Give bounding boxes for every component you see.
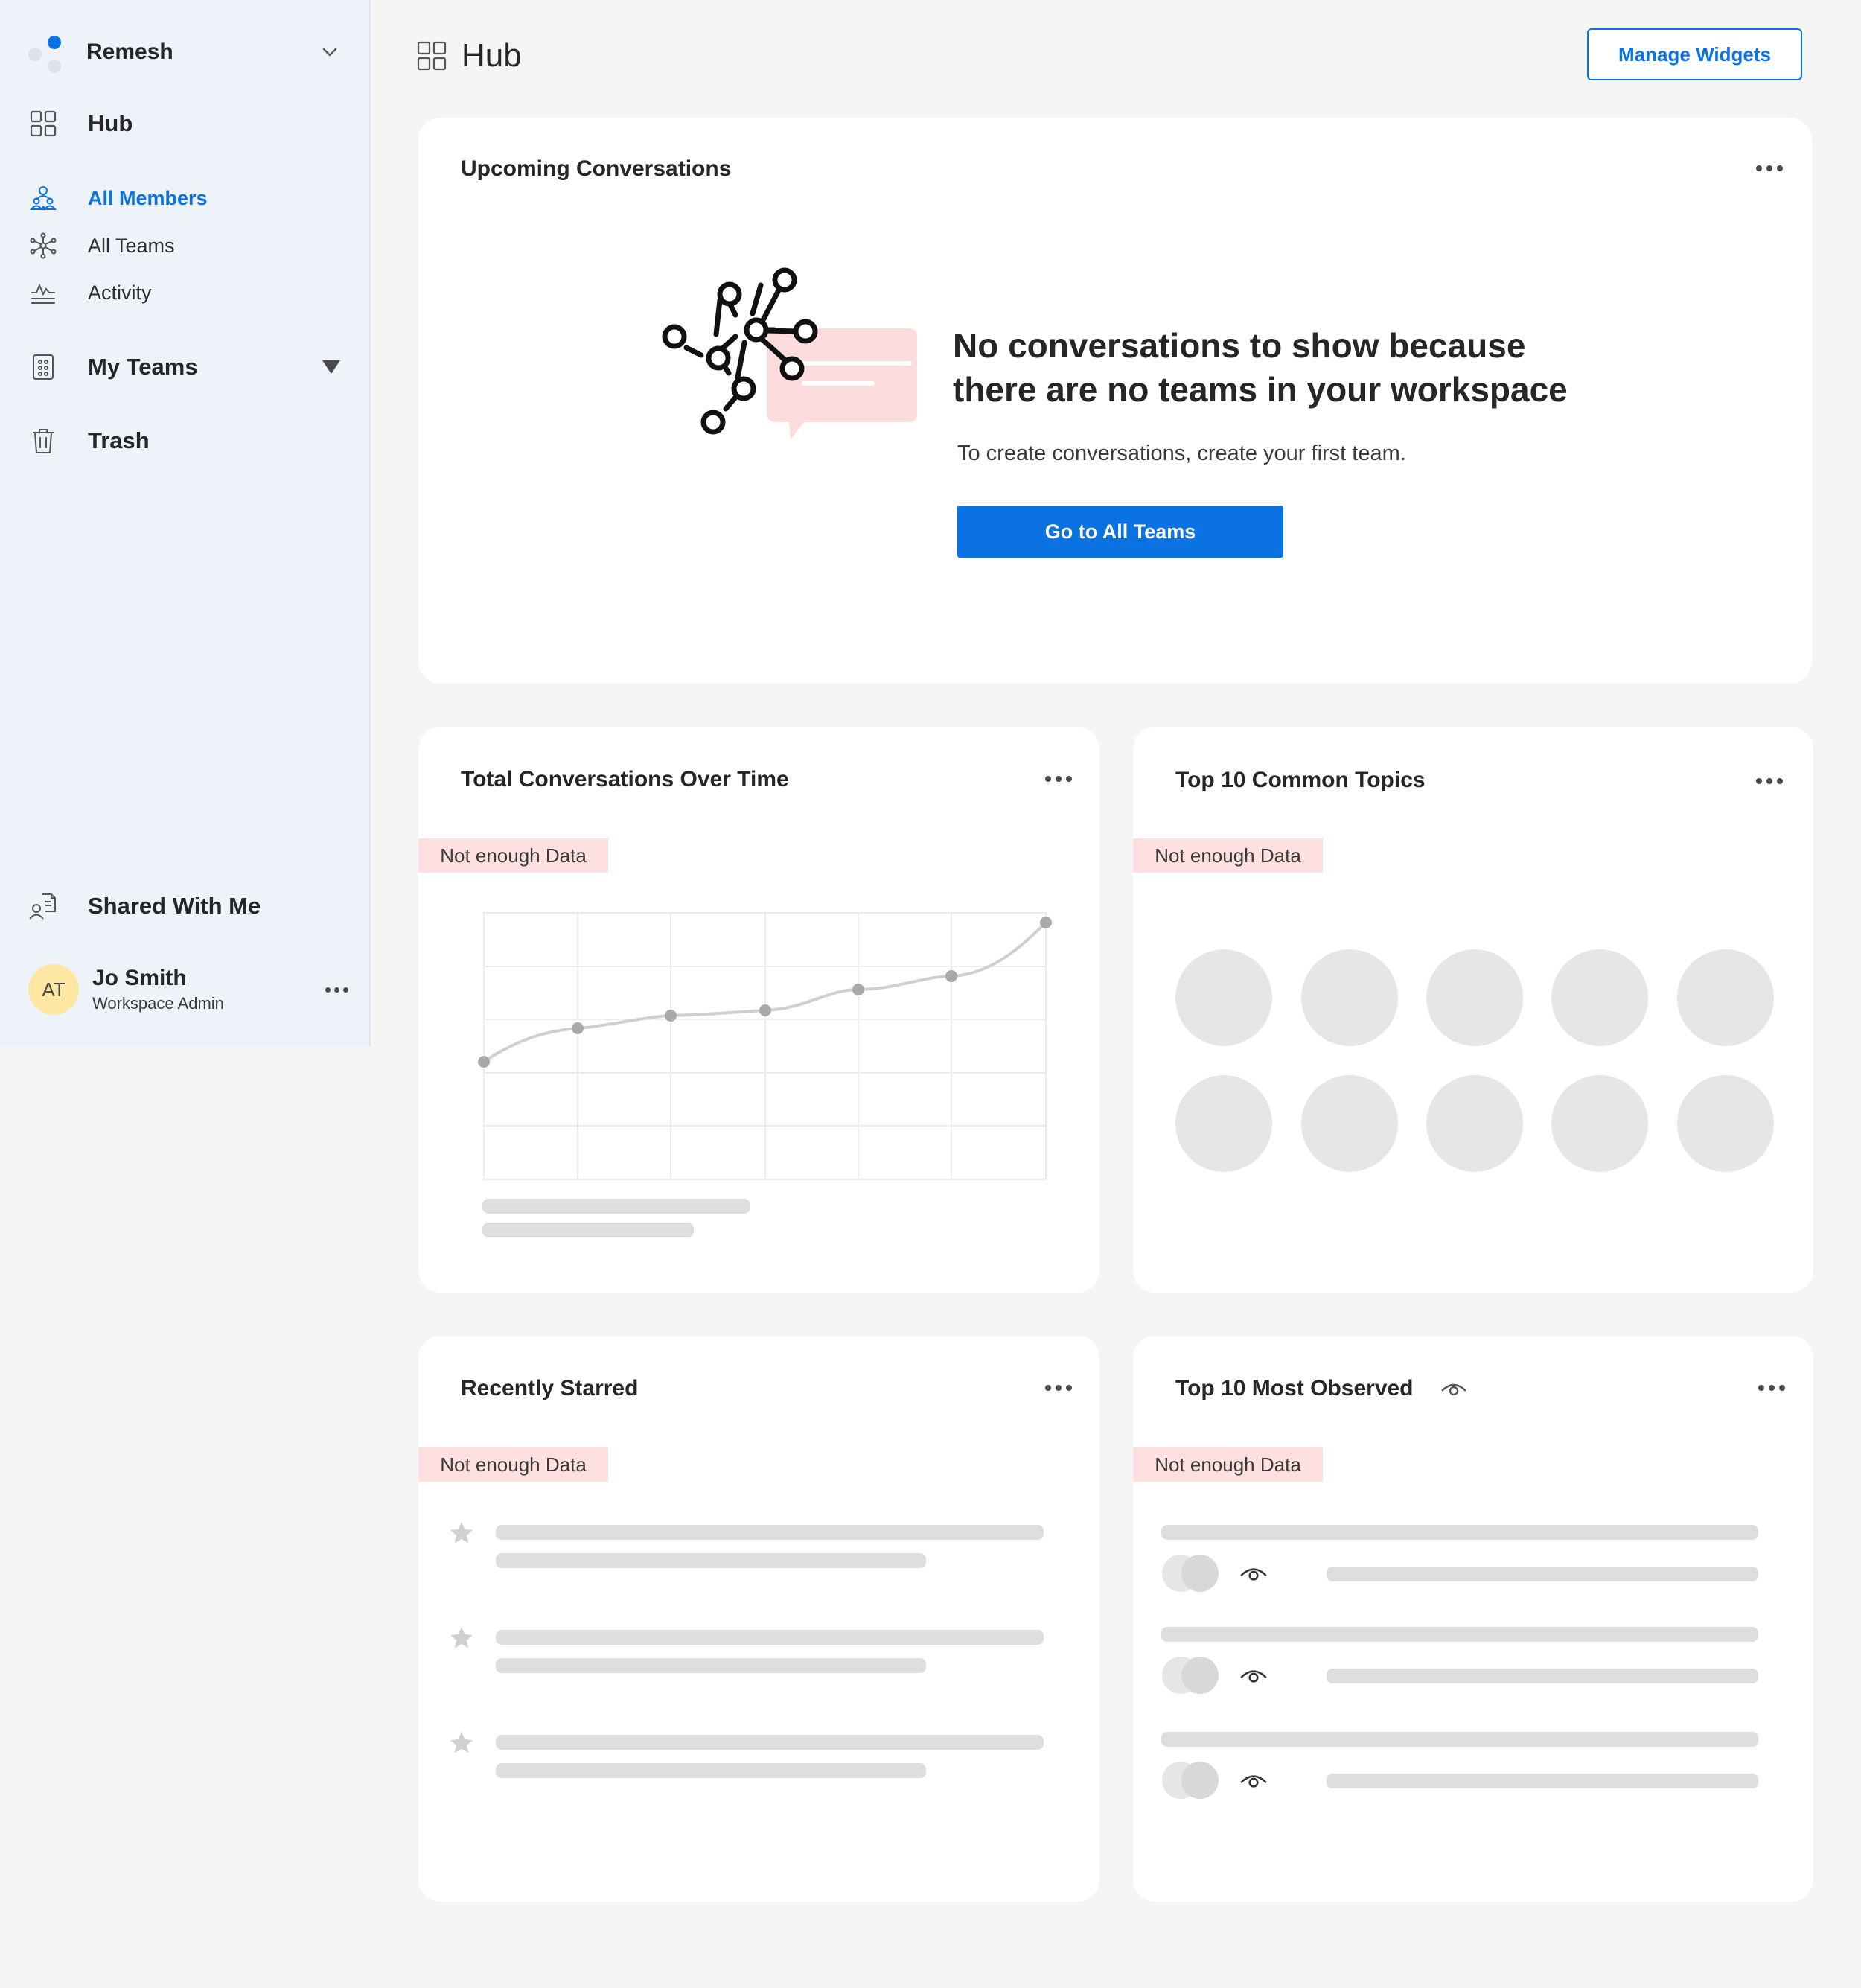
workspace-logo-icon bbox=[28, 30, 64, 74]
teams-network-illustration bbox=[662, 267, 917, 439]
star-icon bbox=[450, 1627, 473, 1648]
topic-placeholder bbox=[1301, 949, 1398, 1046]
skeleton-line bbox=[496, 1553, 926, 1568]
skeleton-line bbox=[1327, 1567, 1758, 1581]
not-enough-data-badge: Not enough Data bbox=[1133, 838, 1323, 873]
avatar-stack-placeholder bbox=[1162, 1762, 1219, 1799]
page-title-text: Hub bbox=[462, 37, 522, 74]
avatar: AT bbox=[28, 964, 79, 1015]
more-icon[interactable] bbox=[1044, 771, 1073, 786]
topic-placeholder bbox=[1551, 1075, 1648, 1172]
sidebar-item-activity[interactable]: Activity bbox=[28, 278, 152, 308]
sidebar-item-label: Trash bbox=[88, 427, 150, 453]
more-icon[interactable] bbox=[1755, 774, 1784, 788]
skeleton-line bbox=[1327, 1669, 1758, 1683]
manage-widgets-button[interactable]: Manage Widgets bbox=[1587, 28, 1802, 80]
sidebar-item-shared-with-me[interactable]: Shared With Me bbox=[28, 891, 261, 921]
more-icon[interactable] bbox=[1044, 1380, 1073, 1395]
avatar-stack-placeholder bbox=[1162, 1555, 1219, 1592]
sidebar-item-label: My Teams bbox=[88, 354, 198, 380]
topic-placeholder bbox=[1175, 1075, 1272, 1172]
topic-placeholder bbox=[1677, 1075, 1774, 1172]
star-icon bbox=[450, 1522, 473, 1543]
not-enough-data-badge: Not enough Data bbox=[418, 1447, 608, 1482]
sidebar-item-label: All Members bbox=[88, 186, 208, 209]
user-profile[interactable]: AT Jo Smith Workspace Admin bbox=[28, 960, 348, 1019]
team-list-icon bbox=[28, 352, 58, 382]
grid-icon bbox=[417, 41, 447, 71]
total-conversations-card: Total Conversations Over Time Not enough… bbox=[418, 727, 1099, 1293]
card-title: Total Conversations Over Time bbox=[461, 767, 789, 791]
user-role: Workspace Admin bbox=[92, 994, 224, 1013]
sidebar-item-my-teams[interactable]: My Teams bbox=[28, 352, 198, 382]
more-icon[interactable] bbox=[1757, 1380, 1787, 1395]
empty-state-line: there are no teams in your workspace bbox=[953, 370, 1568, 409]
trash-icon bbox=[28, 426, 58, 456]
sidebar-item-trash[interactable]: Trash bbox=[28, 426, 150, 456]
common-topics-card: Top 10 Common Topics Not enough Data bbox=[1133, 727, 1813, 1293]
user-name: Jo Smith bbox=[92, 966, 187, 990]
page-title: Hub bbox=[417, 37, 522, 74]
sidebar-item-label: Activity bbox=[88, 281, 152, 304]
skeleton-line bbox=[496, 1735, 1044, 1750]
skeleton-line bbox=[496, 1630, 1044, 1645]
skeleton-line bbox=[1327, 1774, 1758, 1788]
grid-icon bbox=[28, 109, 58, 138]
skeleton-line bbox=[1161, 1627, 1758, 1642]
topic-placeholder bbox=[1677, 949, 1774, 1046]
eye-icon bbox=[1240, 1568, 1267, 1581]
go-to-all-teams-button[interactable]: Go to All Teams bbox=[957, 506, 1283, 558]
skeleton-line bbox=[496, 1763, 926, 1778]
skeleton-line bbox=[482, 1223, 694, 1237]
more-icon[interactable] bbox=[325, 987, 348, 993]
card-title: Recently Starred bbox=[461, 1376, 639, 1401]
card-title: Upcoming Conversations bbox=[461, 156, 732, 181]
skeleton-line bbox=[496, 1525, 1044, 1540]
topic-placeholder bbox=[1426, 949, 1523, 1046]
sidebar-item-label: Hub bbox=[88, 110, 133, 136]
topic-placeholder bbox=[1175, 949, 1272, 1046]
workspace-switcher[interactable]: Remesh bbox=[28, 27, 341, 77]
topic-placeholder bbox=[1301, 1075, 1398, 1172]
sidebar-item-all-teams[interactable]: All Teams bbox=[28, 231, 175, 261]
card-title: Top 10 Most Observed bbox=[1175, 1376, 1414, 1401]
avatar-stack-placeholder bbox=[1162, 1657, 1219, 1694]
sidebar-item-label: All Teams bbox=[88, 234, 175, 257]
teams-network-icon bbox=[28, 231, 58, 261]
empty-state-line: No conversations to show because bbox=[953, 326, 1526, 365]
eye-icon bbox=[1240, 1670, 1267, 1683]
shared-user-icon bbox=[28, 891, 58, 921]
star-icon bbox=[450, 1732, 473, 1753]
not-enough-data-badge: Not enough Data bbox=[1133, 1447, 1323, 1482]
empty-state-description: To create conversations, create your fir… bbox=[957, 442, 1406, 465]
skeleton-line bbox=[1161, 1732, 1758, 1747]
recently-starred-card: Recently Starred Not enough Data bbox=[418, 1336, 1099, 1902]
caret-down-icon[interactable] bbox=[320, 358, 342, 376]
activity-icon bbox=[28, 278, 58, 308]
chevron-down-icon bbox=[322, 48, 337, 57]
eye-icon bbox=[1441, 1383, 1466, 1396]
sidebar-item-all-members[interactable]: All Members bbox=[28, 183, 208, 213]
workspace-name: Remesh bbox=[86, 39, 173, 64]
skeleton-line bbox=[482, 1199, 750, 1214]
eye-icon bbox=[1240, 1775, 1267, 1788]
more-icon[interactable] bbox=[1755, 161, 1784, 176]
card-title: Top 10 Common Topics bbox=[1175, 768, 1426, 792]
topic-placeholder bbox=[1551, 949, 1648, 1046]
topic-placeholder bbox=[1426, 1075, 1523, 1172]
members-icon bbox=[28, 183, 58, 213]
sidebar-item-label: Shared With Me bbox=[88, 893, 261, 919]
sidebar: Remesh Hub All Members All Teams Activit… bbox=[0, 0, 371, 1046]
placeholder-line-chart bbox=[478, 912, 1052, 1180]
most-observed-card: Top 10 Most Observed Not enough Data bbox=[1133, 1336, 1813, 1902]
skeleton-line bbox=[1161, 1525, 1758, 1540]
sidebar-item-hub[interactable]: Hub bbox=[28, 109, 133, 138]
empty-state-heading: No conversations to show because there a… bbox=[953, 324, 1593, 412]
skeleton-line bbox=[496, 1658, 926, 1673]
not-enough-data-badge: Not enough Data bbox=[418, 838, 608, 873]
